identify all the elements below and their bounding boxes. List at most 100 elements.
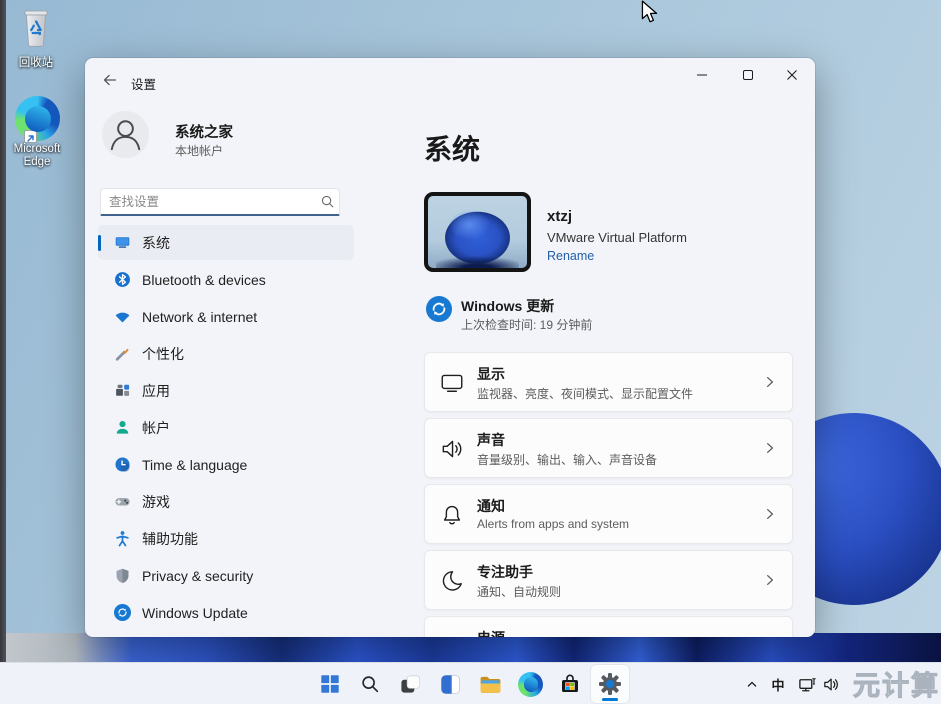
windows-update-status: 上次检查时间: 19 分钟前: [461, 316, 592, 333]
settings-gear-icon: [598, 672, 622, 696]
card-subtitle: 通知、自动规则: [477, 583, 561, 600]
sidebar-item-label: Windows Update: [142, 605, 248, 621]
sidebar-item-bluetooth-devices[interactable]: Bluetooth & devices: [98, 262, 354, 297]
settings-window: 设置 系统之家 本地帐户 系统 Bluetooth & de: [85, 58, 815, 637]
personalization-icon: [114, 345, 131, 362]
bluetooth-icon: [114, 271, 131, 288]
volume-tray-icon[interactable]: [818, 664, 844, 704]
chevron-right-icon: [762, 506, 778, 527]
card-display[interactable]: 显示 监视器、亮度、夜间模式、显示配置文件: [424, 352, 793, 412]
sidebar-item-label: 系统: [142, 233, 170, 253]
desktop-icon-edge[interactable]: Microsoft Edge: [4, 96, 70, 169]
shortcut-arrow-icon: [24, 130, 37, 143]
chevron-up-icon: [744, 676, 760, 692]
sidebar-item-privacy-security[interactable]: Privacy & security: [98, 558, 354, 593]
system-icon: [114, 234, 131, 251]
desktop-icon-label: Microsoft Edge: [6, 143, 68, 169]
sidebar-item-gaming[interactable]: 游戏: [98, 484, 354, 519]
card-notifications[interactable]: 通知 Alerts from apps and system: [424, 484, 793, 544]
card-sound[interactable]: 声音 音量级别、输出、输入、声音设备: [424, 418, 793, 478]
active-app-indicator: [602, 698, 618, 701]
store-button[interactable]: [550, 664, 590, 704]
device-image: [424, 192, 531, 272]
chevron-right-icon: [762, 572, 778, 593]
card-focus-assist[interactable]: 专注助手 通知、自动规则: [424, 550, 793, 610]
settings-button[interactable]: [590, 664, 630, 704]
sidebar-item-apps[interactable]: 应用: [98, 373, 354, 408]
windows-update-icon: [114, 604, 131, 621]
card-subtitle: 音量级别、输出、输入、声音设备: [477, 451, 657, 468]
sidebar-item-label: 帐户: [142, 418, 170, 438]
chevron-right-icon: [762, 374, 778, 395]
sidebar-item-accounts[interactable]: 帐户: [98, 410, 354, 445]
sidebar-item-label: Network & internet: [142, 309, 257, 325]
profile-account-type: 本地帐户: [175, 142, 223, 159]
file-explorer-button[interactable]: [470, 664, 510, 704]
sidebar-item-label: Time & language: [142, 457, 247, 473]
notifications-bell-icon: [439, 502, 465, 528]
sidebar-item-personalization[interactable]: 个性化: [98, 336, 354, 371]
chevron-right-icon: [762, 440, 778, 461]
card-title: 专注助手: [477, 562, 533, 582]
accessibility-icon: [114, 530, 131, 547]
time-language-icon: [114, 456, 131, 473]
apps-icon: [114, 382, 131, 399]
edge-icon: [518, 672, 543, 697]
card-subtitle: Alerts from apps and system: [477, 517, 629, 531]
close-button[interactable]: [769, 58, 815, 92]
widgets-button[interactable]: [430, 664, 470, 704]
tray-show-hidden-icons[interactable]: [738, 664, 766, 704]
task-view-button[interactable]: [390, 664, 430, 704]
recycle-bin-icon: [19, 37, 53, 54]
gaming-icon: [114, 493, 131, 510]
focus-assist-moon-icon: [439, 568, 465, 594]
file-explorer-icon: [478, 672, 503, 697]
sidebar-item-accessibility[interactable]: 辅助功能: [98, 521, 354, 556]
search-button[interactable]: [350, 664, 390, 704]
sidebar-item-label: Privacy & security: [142, 568, 253, 584]
wallpaper-bloom-strip: [0, 633, 941, 662]
network-icon: [114, 308, 131, 325]
back-button[interactable]: [95, 67, 125, 93]
profile-name: 系统之家: [175, 121, 233, 142]
sidebar-item-label: 个性化: [142, 344, 184, 364]
card-power[interactable]: 电源: [424, 616, 793, 637]
device-name: xtzj: [547, 208, 572, 225]
accounts-icon: [114, 419, 131, 436]
windows-update-title[interactable]: Windows 更新: [461, 296, 554, 316]
card-subtitle: 监视器、亮度、夜间模式、显示配置文件: [477, 385, 693, 402]
store-icon: [558, 672, 582, 696]
selected-indicator: [98, 235, 101, 251]
card-title: 通知: [477, 496, 505, 516]
avatar[interactable]: [102, 111, 149, 158]
sidebar-item-label: 游戏: [142, 492, 170, 512]
maximize-button[interactable]: [725, 58, 771, 92]
edge-button[interactable]: [510, 664, 550, 704]
card-title: 声音: [477, 430, 505, 450]
network-tray-icon[interactable]: [794, 664, 820, 704]
power-icon: [439, 634, 465, 637]
privacy-shield-icon: [114, 567, 131, 584]
page-title: 系统: [424, 128, 480, 168]
person-icon: [112, 137, 139, 149]
card-title: 电源: [477, 628, 505, 637]
sidebar-item-system[interactable]: 系统: [98, 225, 354, 260]
ime-indicator[interactable]: 中: [766, 664, 790, 704]
rename-link[interactable]: Rename: [547, 249, 594, 263]
search-input[interactable]: [101, 195, 315, 209]
sidebar-item-network-internet[interactable]: Network & internet: [98, 299, 354, 334]
sidebar-item-windows-update[interactable]: Windows Update: [98, 595, 354, 630]
desktop-icon-recycle-bin[interactable]: 回收站: [3, 8, 69, 70]
start-button[interactable]: [310, 664, 350, 704]
display-icon: [439, 370, 465, 396]
sidebar-item-label: 应用: [142, 381, 170, 401]
watermark: 元计算: [853, 664, 940, 703]
device-model: VMware Virtual Platform: [547, 230, 687, 245]
titlebar: 设置: [85, 58, 815, 104]
sound-icon: [439, 436, 465, 462]
windows-start-icon: [319, 673, 341, 695]
minimize-button[interactable]: [679, 58, 725, 92]
sidebar-item-time-language[interactable]: Time & language: [98, 447, 354, 482]
edge-icon: [15, 96, 60, 141]
settings-search[interactable]: [100, 188, 340, 216]
